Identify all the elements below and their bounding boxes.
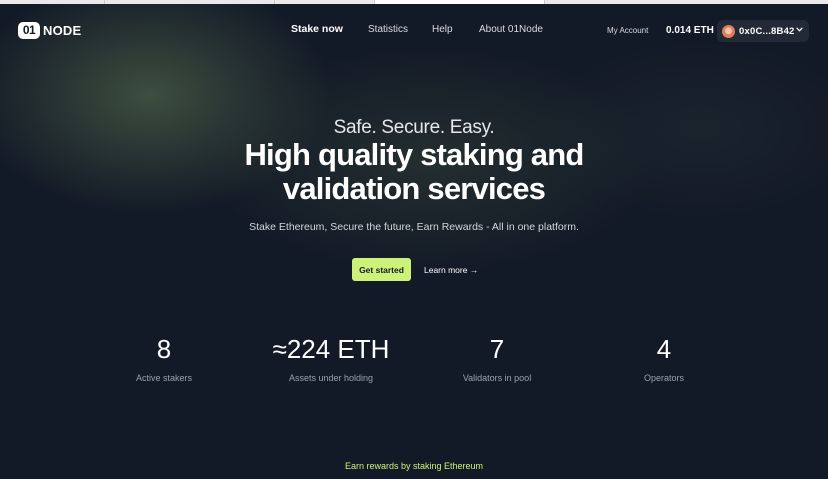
eth-balance: 0.014 ETH <box>666 25 714 36</box>
nav-statistics[interactable]: Statistics <box>368 24 408 35</box>
hero-headline-line2: validation services <box>282 171 546 206</box>
my-account-link[interactable]: My Account <box>607 26 648 35</box>
nav-stake-now[interactable]: Stake now <box>291 23 343 35</box>
learn-more-link[interactable]: Learn more → <box>424 265 478 275</box>
hero-headline-line1: High quality staking and <box>244 137 584 172</box>
page: 01 NODE Stake now Statistics Help About … <box>0 0 828 479</box>
stat-label: Operators <box>643 373 685 383</box>
nav-about[interactable]: About 01Node <box>479 24 543 35</box>
earn-rewards-heading: Earn rewards by staking Ethereum <box>344 461 484 471</box>
site-header: 01 NODE Stake now Statistics Help About … <box>0 4 828 58</box>
hero-subtext: Stake Ethereum, Secure the future, Earn … <box>249 221 579 233</box>
hero-tagline: Safe. Secure. Easy. <box>333 117 495 138</box>
chevron-down-icon <box>796 27 803 32</box>
wallet-button[interactable]: 0x0C...8B42 <box>717 20 809 42</box>
stat-value: 4 <box>656 334 672 364</box>
get-started-button[interactable]: Get started <box>352 258 411 281</box>
nav-help[interactable]: Help <box>432 24 453 35</box>
stat-operators: 4 Operators <box>564 333 764 383</box>
avatar <box>722 24 735 38</box>
wallet-address: 0x0C...8B42 <box>739 25 795 37</box>
hero-headline: High quality staking and validation serv… <box>0 138 828 206</box>
